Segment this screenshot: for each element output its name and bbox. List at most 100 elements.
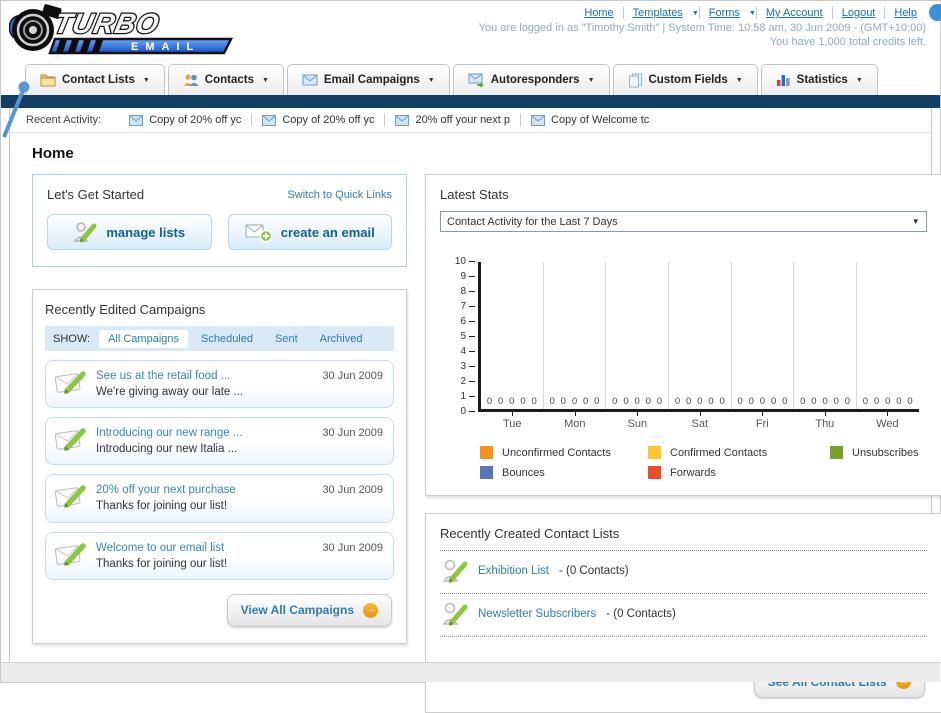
campaigns-filter-tab-scheduled[interactable]: Scheduled [192, 330, 262, 348]
custom-fields-icon [628, 73, 642, 87]
envelope-icon [531, 114, 546, 126]
corner-decoration [929, 4, 941, 21]
legend-swatch [648, 466, 661, 479]
select-arrow-icon: ▼ [911, 217, 920, 226]
envelope-icon [129, 114, 144, 126]
campaign-date: 30 Jun 2009 [322, 484, 383, 497]
chart-day-label: Mon [544, 411, 607, 430]
envelope-icon [302, 74, 318, 86]
campaign-title-link[interactable]: Introducing our new range ... [96, 425, 314, 441]
campaigns-filter-tab-all-campaigns[interactable]: All Campaigns [99, 329, 188, 348]
contact-list-link[interactable]: Newsletter Subscribers [478, 608, 596, 620]
chart-value-label: 0 [833, 396, 839, 407]
tab-autoresponders[interactable]: Autoresponders ▼ [452, 64, 610, 95]
chart-day-label: Thu [794, 411, 857, 430]
recent-activity-item[interactable]: Copy of Welcome tc [520, 114, 659, 126]
header: TURBO EMAIL Home Templates ▼ Forms ▼ My Accou… [1, 1, 941, 63]
top-link-help[interactable]: Help [885, 7, 926, 19]
stats-dropdown[interactable]: Contact Activity for the Last 7 Days ▼ [440, 211, 927, 232]
get-started-panel: Let's Get Started Switch to Quick Links … [32, 174, 407, 267]
campaign-title-link[interactable]: See us at the retail food ... [96, 368, 314, 384]
chevron-down-icon: ▼ [691, 10, 699, 17]
campaign-item: Welcome to our email list Thanks for join… [45, 531, 394, 580]
chart-value-labels: 00000 [544, 396, 606, 407]
contact-list-link[interactable]: Exhibition List [478, 565, 549, 577]
contacts-icon [183, 74, 199, 86]
tab-custom-fields[interactable]: Custom Fields ▼ [612, 64, 758, 95]
campaign-title-link[interactable]: Welcome to our email list [96, 540, 314, 556]
manage-lists-button[interactable]: manage lists [47, 214, 212, 250]
legend-swatch [648, 446, 661, 459]
chart-y-tick-mark [469, 276, 475, 277]
chart-y-tick-mark [469, 321, 475, 322]
recent-activity-item[interactable]: Copy of 20% off yc [251, 114, 384, 126]
top-link-home[interactable]: Home [575, 7, 622, 19]
top-link-forms[interactable]: Forms [700, 7, 749, 19]
chart-day-label: Fri [731, 411, 794, 430]
view-all-campaigns-button[interactable]: View All Campaigns → [226, 593, 392, 627]
campaign-subtitle: We're giving away our late ... [96, 386, 244, 399]
logo-subtitle: EMAIL [131, 41, 200, 53]
campaign-date: 30 Jun 2009 [322, 427, 383, 440]
chevron-down-icon: ▼ [427, 76, 435, 84]
contact-list-detail: - (0 Contacts) [558, 565, 629, 577]
campaign-subtitle: Thanks for joining our list! [96, 557, 228, 570]
chart-value-labels: 00000 [606, 396, 668, 407]
chart-value-label: 0 [656, 396, 663, 407]
campaign-text: Welcome to our email list Thanks for join… [96, 540, 314, 572]
login-info: You are logged in as "Timothy Smith" | S… [478, 22, 926, 34]
top-link-logout[interactable]: Logout [833, 7, 885, 19]
chart-value-label: 0 [737, 396, 743, 407]
chevron-down-icon: ▼ [261, 76, 269, 84]
chart-value-label: 0 [697, 396, 703, 407]
chart-value-label: 0 [770, 396, 777, 407]
chart-x-axis: Tue Mon Sun Sat Fri Thu Wed [481, 411, 919, 430]
campaign-item: 20% off your next purchase Thanks for joi… [45, 474, 394, 523]
chart-value-label: 0 [800, 396, 806, 407]
legend-item: Unsubscribes [830, 446, 919, 459]
create-email-button[interactable]: create an email [227, 214, 392, 250]
chevron-down-icon: ▼ [735, 76, 743, 84]
tab-contacts[interactable]: Contacts ▼ [167, 64, 284, 95]
footer-strip [1, 662, 940, 682]
campaign-title-link[interactable]: 20% off your next purchase [96, 482, 314, 498]
campaign-text: See us at the retail food ... We're givin… [96, 368, 314, 400]
chart-value-label: 0 [486, 396, 493, 407]
edited-email-icon [54, 485, 86, 509]
top-link-templates[interactable]: Templates [624, 7, 692, 19]
legend-item: Forwards [648, 466, 830, 479]
chart-y-tick-mark [469, 411, 475, 412]
top-link-my-account[interactable]: My Account [757, 7, 832, 19]
navy-divider-bar [1, 95, 940, 108]
tab-email-campaigns[interactable]: Email Campaigns ▼ [286, 64, 450, 95]
recent-activity-item[interactable]: 20% off your next p [384, 114, 520, 126]
chart-value-label: 0 [759, 396, 766, 407]
switch-quick-links-link[interactable]: Switch to Quick Links [287, 189, 392, 201]
legend-item: Unconfirmed Contacts [480, 446, 648, 459]
chart-day-group: 00000 [857, 262, 919, 409]
chart-value-label: 0 [571, 396, 578, 407]
chart-value-label: 0 [685, 396, 692, 407]
chart-value-label: 0 [645, 396, 651, 407]
recent-activity-item-label: Copy of 20% off yc [149, 114, 242, 126]
campaign-date: 30 Jun 2009 [322, 370, 383, 382]
campaigns-filter-tab-sent[interactable]: Sent [266, 330, 307, 348]
chart-value-label: 0 [708, 396, 714, 407]
edited-email-icon [54, 542, 86, 566]
recently-edited-campaigns-panel: Recently Edited Campaigns SHOW: All Camp… [32, 289, 407, 644]
get-started-title: Let's Get Started [47, 187, 145, 202]
chart-value-label: 0 [612, 396, 618, 407]
chart-day-group: 00000 [606, 262, 669, 409]
tab-contact-lists[interactable]: Contact Lists ▼ [25, 64, 165, 95]
chart-y-tick-mark [469, 351, 475, 352]
legend-swatch [480, 446, 493, 459]
chart-value-label: 0 [748, 396, 754, 407]
tab-statistics[interactable]: Statistics ▼ [760, 64, 878, 95]
contact-list-icon [442, 559, 468, 583]
recent-activity-item[interactable]: Copy of 20% off yc [119, 114, 251, 126]
show-label: SHOW: [53, 332, 91, 345]
campaigns-filter-tab-archived[interactable]: Archived [311, 330, 372, 348]
envelope-icon [262, 114, 277, 126]
chart-day-label: Sun [606, 411, 669, 430]
chart-value-labels: 00000 [794, 396, 856, 407]
